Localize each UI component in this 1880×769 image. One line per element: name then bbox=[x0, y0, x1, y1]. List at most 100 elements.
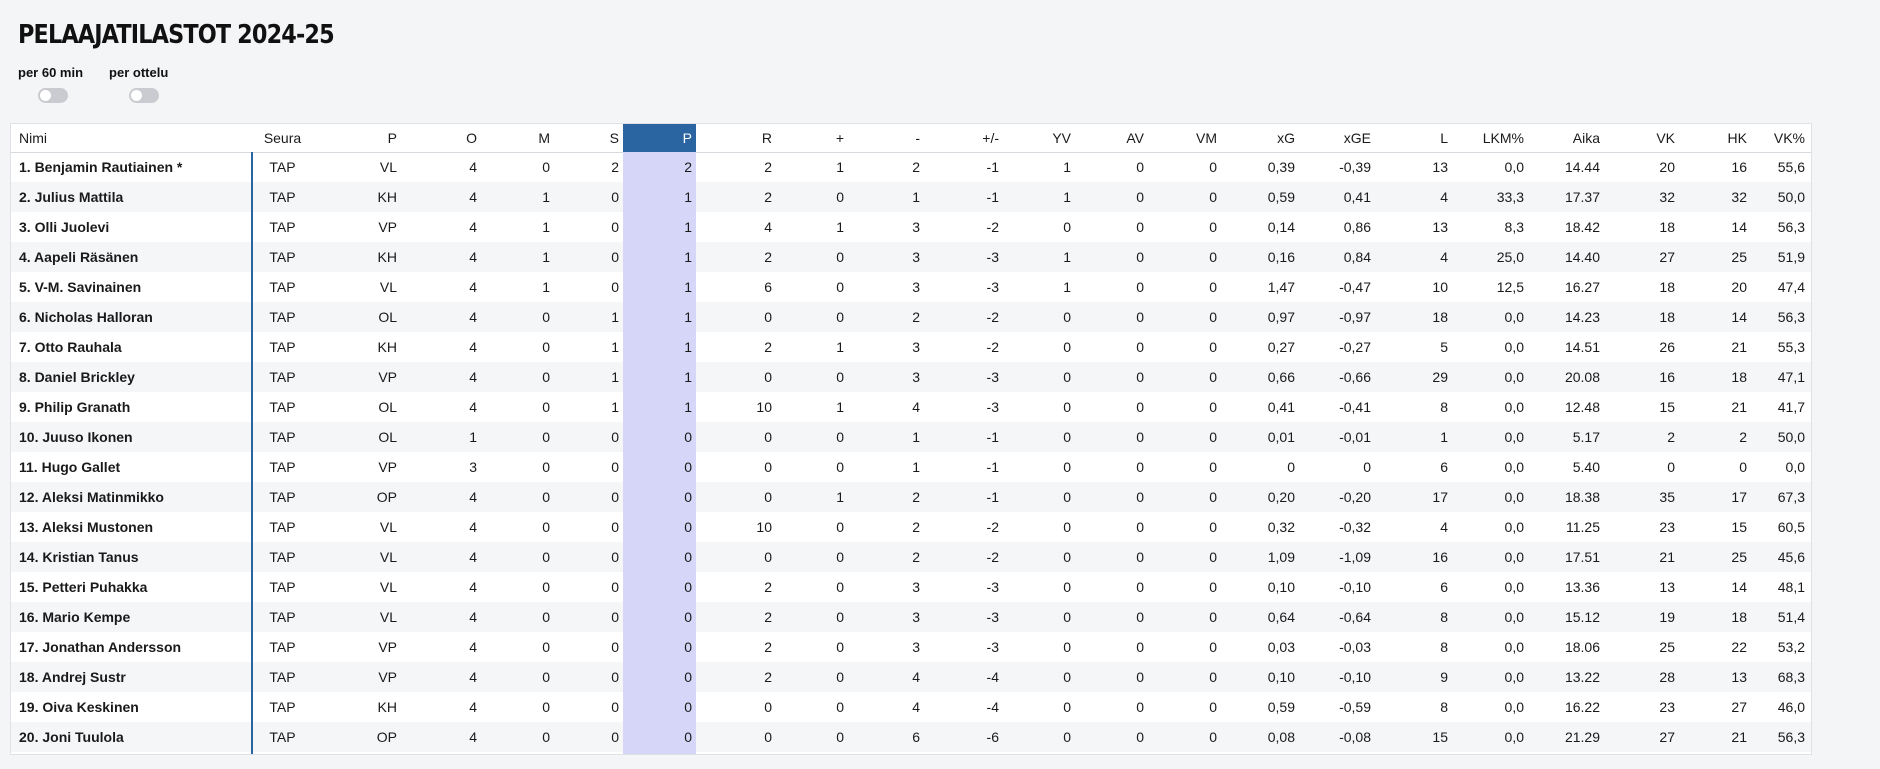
cell-name[interactable]: 14. Kristian Tanus bbox=[11, 542, 211, 572]
cell-goals: 0 bbox=[542, 579, 550, 595]
column-header-shot-pct[interactable]: LKM% bbox=[1452, 124, 1528, 152]
cell-name[interactable]: 3. Olli Juolevi bbox=[11, 212, 211, 242]
cell-xge: 0 bbox=[1363, 459, 1371, 475]
column-header-fo-pct[interactable]: VK% bbox=[1751, 124, 1809, 152]
cell-name[interactable]: 6. Nicholas Halloran bbox=[11, 302, 211, 332]
cell-shot-pct: 0,0 bbox=[1504, 369, 1524, 385]
cell-xge: -1,09 bbox=[1339, 549, 1371, 565]
cell-fo-lost: 16 bbox=[1731, 159, 1747, 175]
cell-name[interactable]: 20. Joni Tuulola bbox=[11, 722, 211, 752]
cell-fo-won: 20 bbox=[1659, 159, 1675, 175]
cell-shots: 4 bbox=[1440, 249, 1448, 265]
column-header-games[interactable]: O bbox=[401, 124, 481, 152]
cell-plus-minus: -2 bbox=[986, 309, 999, 325]
column-header-goals[interactable]: M bbox=[481, 124, 554, 152]
cell-name[interactable]: 12. Aleksi Matinmikko bbox=[11, 482, 211, 512]
cell-points: 0 bbox=[684, 699, 692, 715]
cell-gwg: 0 bbox=[1209, 249, 1217, 265]
cell-fo-won: 25 bbox=[1659, 639, 1675, 655]
toggle-per-60-switch[interactable] bbox=[38, 88, 68, 103]
cell-assists: 0 bbox=[611, 459, 619, 475]
column-header-xg[interactable]: xG bbox=[1221, 124, 1299, 152]
cell-name[interactable]: 5. V-M. Savinainen bbox=[11, 272, 211, 302]
cell-minus: 3 bbox=[912, 339, 920, 355]
cell-sh-goals: 0 bbox=[1136, 339, 1144, 355]
cell-name[interactable]: 15. Petteri Puhakka bbox=[11, 572, 211, 602]
cell-name[interactable]: 13. Aleksi Mustonen bbox=[11, 512, 211, 542]
cell-minus: 3 bbox=[912, 609, 920, 625]
cell-name[interactable]: 10. Juuso Ikonen bbox=[11, 422, 211, 452]
cell-name[interactable]: 1. Benjamin Rautiainen * bbox=[11, 152, 211, 182]
column-header-gwg[interactable]: VM bbox=[1148, 124, 1221, 152]
column-header-toi[interactable]: Aika bbox=[1528, 124, 1604, 152]
cell-name[interactable]: 7. Otto Rauhala bbox=[11, 332, 211, 362]
toggle-per-60: per 60 min bbox=[18, 65, 83, 103]
cell-name[interactable]: 11. Hugo Gallet bbox=[11, 452, 211, 482]
cell-fo-won: 27 bbox=[1659, 729, 1675, 745]
cell-shot-pct: 0,0 bbox=[1504, 639, 1524, 655]
cell-toi: 17.51 bbox=[1564, 549, 1600, 565]
cell-goals: 0 bbox=[542, 369, 550, 385]
cell-games: 4 bbox=[469, 219, 477, 235]
cell-name[interactable]: 16. Mario Kempe bbox=[11, 602, 211, 632]
column-header-name[interactable]: Nimi bbox=[11, 124, 211, 152]
cell-minus: 4 bbox=[912, 669, 920, 685]
column-header-penalty[interactable]: R bbox=[696, 124, 776, 152]
column-header-plus-minus[interactable]: +/- bbox=[924, 124, 1003, 152]
cell-name[interactable]: 19. Oiva Keskinen bbox=[11, 692, 211, 722]
cell-games: 4 bbox=[469, 579, 477, 595]
cell-name[interactable]: 8. Daniel Brickley bbox=[11, 362, 211, 392]
cell-points: 1 bbox=[684, 339, 692, 355]
cell-name[interactable]: 9. Philip Granath bbox=[11, 392, 211, 422]
cell-assists: 0 bbox=[611, 729, 619, 745]
cell-name[interactable]: 2. Julius Mattila bbox=[11, 182, 211, 212]
cell-gwg: 0 bbox=[1209, 459, 1217, 475]
table-header: Nimi Seura P O M S P R + - +/- YV AV VM xG xGE L LKM% Aika… bbox=[11, 124, 1811, 153]
cell-sh-goals: 0 bbox=[1136, 639, 1144, 655]
cell-shot-pct: 0,0 bbox=[1504, 399, 1524, 415]
cell-penalty: 0 bbox=[764, 549, 772, 565]
cell-xge: -0,64 bbox=[1339, 609, 1371, 625]
cell-plus: 0 bbox=[836, 429, 844, 445]
column-header-plus[interactable]: + bbox=[776, 124, 848, 152]
column-header-sh-goals[interactable]: AV bbox=[1075, 124, 1148, 152]
cell-points: 0 bbox=[684, 729, 692, 745]
column-header-shots[interactable]: L bbox=[1375, 124, 1452, 152]
column-header-xge[interactable]: xGE bbox=[1299, 124, 1375, 152]
toggle-per-60-label: per 60 min bbox=[18, 65, 84, 80]
cell-position: VP bbox=[378, 219, 397, 235]
cell-points: 0 bbox=[684, 519, 692, 535]
cell-goals: 0 bbox=[542, 669, 550, 685]
cell-xg: 1,47 bbox=[1267, 279, 1295, 295]
cell-fo-won: 32 bbox=[1659, 189, 1675, 205]
cell-name[interactable]: 18. Andrej Sustr bbox=[11, 662, 211, 692]
column-header-minus[interactable]: - bbox=[848, 124, 924, 152]
column-header-position[interactable]: P bbox=[314, 124, 401, 152]
column-header-fo-lost[interactable]: HK bbox=[1679, 124, 1751, 152]
cell-club: TAP bbox=[269, 729, 296, 745]
cell-name[interactable]: 17. Jonathan Andersson bbox=[11, 632, 211, 662]
cell-club: TAP bbox=[269, 489, 296, 505]
column-header-fo-won[interactable]: VK bbox=[1604, 124, 1679, 152]
cell-gwg: 0 bbox=[1209, 219, 1217, 235]
cell-sh-goals: 0 bbox=[1136, 519, 1144, 535]
cell-fo-won: 0 bbox=[1667, 459, 1675, 475]
cell-name[interactable]: 4. Aapeli Räsänen bbox=[11, 242, 211, 272]
cell-shot-pct: 8,3 bbox=[1504, 219, 1524, 235]
cell-xge: -0,32 bbox=[1339, 519, 1371, 535]
cell-xge: 0,86 bbox=[1343, 219, 1371, 235]
cell-xge: -0,47 bbox=[1339, 279, 1371, 295]
column-header-points[interactable]: P bbox=[623, 124, 696, 152]
cell-plus: 0 bbox=[836, 189, 844, 205]
cell-shots: 8 bbox=[1440, 699, 1448, 715]
column-header-club[interactable]: Seura bbox=[251, 124, 314, 152]
cell-club: TAP bbox=[269, 279, 296, 295]
column-header-pp-goals[interactable]: YV bbox=[1003, 124, 1075, 152]
cell-minus: 6 bbox=[912, 729, 920, 745]
cell-position: VL bbox=[379, 579, 397, 595]
cell-toi: 14.44 bbox=[1564, 159, 1600, 175]
column-header-assists[interactable]: S bbox=[554, 124, 623, 152]
toggle-per-game-switch[interactable] bbox=[129, 88, 160, 103]
cell-assists: 0 bbox=[611, 279, 619, 295]
cell-xg: 0,10 bbox=[1267, 669, 1295, 685]
